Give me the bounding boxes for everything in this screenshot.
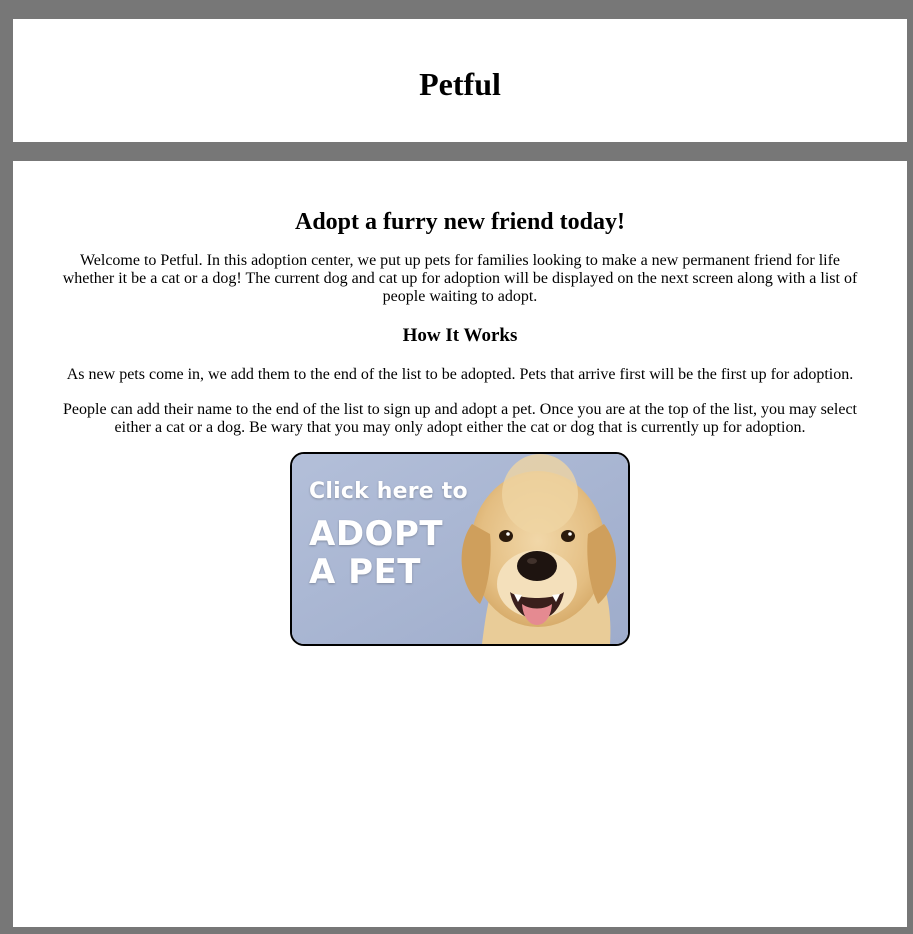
how-it-works-paragraph-2: People can add their name to the end of …: [63, 401, 857, 436]
site-header: Petful: [13, 19, 907, 142]
banner-line-adopt: ADOPT: [309, 514, 444, 554]
main-content: Adopt a furry new friend today! Welcome …: [13, 161, 907, 927]
banner-line-click-here: Click here to: [309, 479, 468, 504]
banner-text: Click here to ADOPT A PET: [309, 479, 468, 591]
page-heading: Adopt a furry new friend today!: [295, 209, 625, 235]
site-title: Petful: [419, 66, 501, 102]
banner-line-a-pet: A PET: [309, 552, 421, 592]
how-it-works-paragraph-1: As new pets come in, we add them to the …: [66, 366, 854, 383]
how-it-works-heading: How It Works: [402, 325, 518, 346]
adopt-pet-banner-button[interactable]: Click here to ADOPT A PET: [290, 452, 630, 646]
welcome-paragraph: Welcome to Petful. In this adoption cent…: [62, 252, 858, 305]
